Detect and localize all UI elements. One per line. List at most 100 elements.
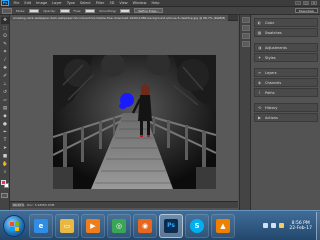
panel-label: Styles [265, 55, 276, 60]
panel-channels[interactable]: ◈ Channels [254, 78, 318, 87]
pen-tool-icon[interactable]: ✒ [1, 129, 9, 136]
character-dock-icon[interactable] [242, 33, 250, 39]
photoshop-icon: Ps [164, 218, 178, 233]
layers-icon: ≡ [257, 70, 262, 75]
volume-icon[interactable] [271, 223, 277, 228]
lasso-tool-icon[interactable]: ʘ [1, 33, 9, 40]
styles-icon: ✦ [257, 55, 262, 60]
menu-image[interactable]: Image [34, 1, 50, 5]
paragraph-dock-icon[interactable] [242, 41, 250, 47]
shape-tool-icon[interactable]: ■ [1, 153, 9, 160]
properties-dock-icon[interactable] [242, 25, 250, 31]
panel-adjustments[interactable]: ◑ Adjustments [254, 43, 318, 52]
document-info[interactable]: Doc: 5.93M/5.93M [27, 203, 54, 207]
menu-layer[interactable]: Layer [50, 1, 65, 5]
flow-field[interactable] [85, 8, 96, 13]
eraser-tool-icon[interactable]: ▱ [1, 97, 9, 104]
flag-icon[interactable] [279, 223, 285, 228]
taskbar-firefox[interactable]: ◉ [133, 213, 157, 238]
flow-label: Flow: [73, 8, 82, 13]
hand-tool-icon[interactable]: ✋ [1, 161, 9, 168]
panel-swatches[interactable]: ▦ Swatches [254, 28, 318, 37]
smoothing-label: Smoothing: [99, 8, 117, 13]
foreground-color-swatch[interactable] [1, 180, 6, 185]
chrome-icon: ◎ [112, 218, 126, 233]
panel-label: Actions [265, 115, 278, 120]
close-button[interactable]: × [311, 1, 317, 5]
explorer-icon: ▭ [60, 218, 74, 233]
menu-help[interactable]: Help [149, 1, 162, 5]
marquee-tool-icon[interactable]: ⬚ [1, 25, 9, 32]
taskbar-vlc[interactable]: ▲ [211, 213, 235, 238]
history-icon: ⟲ [257, 105, 262, 110]
clone-stamp-tool-icon[interactable]: ⊥ [1, 81, 9, 88]
history-brush-tool-icon[interactable]: ↺ [1, 89, 9, 96]
color-swatches [0, 179, 10, 190]
maximize-button[interactable]: □ [303, 1, 309, 5]
clock-date: 22-Feb-17 [289, 225, 312, 231]
system-tray: 8:56 PM 22-Feb-17 [263, 221, 316, 231]
taskbar-ie[interactable]: e [29, 213, 53, 238]
tool-preset-picker[interactable] [2, 7, 12, 14]
panel-label: Color [265, 20, 275, 25]
panel-label: Channels [265, 80, 282, 85]
mode-select[interactable] [29, 8, 40, 13]
move-tool-icon[interactable]: ✥ [1, 17, 9, 24]
menu-filter[interactable]: Filter [93, 1, 107, 5]
menu-file[interactable]: File [11, 1, 22, 5]
type-tool-icon[interactable]: T [1, 137, 9, 144]
paths-icon: ⌇ [258, 90, 261, 95]
zoom-tool-icon[interactable]: ⌕ [1, 169, 9, 176]
crop-tool-icon[interactable]: ⌗ [1, 49, 9, 56]
healing-brush-tool-icon[interactable]: ✚ [1, 65, 9, 72]
taskbar-media-player[interactable]: ▶ [81, 213, 105, 238]
blur-tool-icon[interactable]: ◆ [1, 113, 9, 120]
minimize-button[interactable]: – [295, 1, 301, 5]
panel-styles[interactable]: ✦ Styles [254, 53, 318, 62]
panel-actions[interactable]: ▶ Actions [254, 113, 318, 122]
mode-label: Mode: [16, 8, 26, 13]
start-button[interactable] [3, 214, 25, 237]
quick-mask-button[interactable] [1, 193, 8, 198]
opacity-field[interactable] [59, 8, 70, 13]
gradient-tool-icon[interactable]: ▤ [1, 105, 9, 112]
menu-view[interactable]: View [117, 1, 130, 5]
taskbar-skype[interactable]: S [185, 213, 209, 238]
menu-3d[interactable]: 3D [107, 1, 117, 5]
panel-layers[interactable]: ≡ Layers [254, 68, 318, 77]
workspace-switcher[interactable]: Essentials [294, 8, 318, 13]
taskbar-chrome[interactable]: ◎ [107, 213, 131, 238]
taskbar-photoshop[interactable]: Ps [159, 213, 183, 238]
clock-time: 8:56 PM [291, 220, 310, 226]
menu-edit[interactable]: Edit [22, 1, 34, 5]
path-selection-tool-icon[interactable]: ➤ [1, 145, 9, 152]
panel-history[interactable]: ⟲ History [254, 103, 318, 112]
show-desktop-button[interactable] [316, 211, 320, 240]
menu-type[interactable]: Type [64, 1, 77, 5]
photoshop-logo: Ps [1, 0, 9, 6]
smoothing-field[interactable] [120, 8, 131, 13]
refine-edge-button[interactable]: Refine Edge... [134, 8, 164, 13]
dodge-tool-icon[interactable]: ● [1, 121, 9, 128]
quick-select-tool-icon[interactable]: ✎ [1, 41, 9, 48]
menu-bar: Ps File Edit Image Layer Type Select Fil… [0, 0, 320, 7]
eyedropper-tool-icon[interactable]: ⁄ [1, 57, 9, 64]
zoom-level-field[interactable]: 66.67% [12, 203, 24, 207]
taskbar-explorer[interactable]: ▭ [55, 213, 79, 238]
swatches-icon: ▦ [257, 30, 262, 35]
panel-label: Layers [265, 70, 277, 75]
menu-window[interactable]: Window [130, 1, 149, 5]
clock[interactable]: 8:56 PM 22-Feb-17 [289, 221, 312, 231]
document-canvas[interactable] [53, 55, 216, 189]
windows-taskbar: e ▭ ▶ ◎ ◉ Ps S ▲ 8:56 PM 22-Feb-17 [0, 210, 320, 240]
panels-column: ◐ Color ▦ Swatches ◑ Adjustments ✦ Style… [252, 15, 320, 210]
history-dock-icon[interactable] [242, 17, 250, 23]
network-icon[interactable] [263, 223, 269, 228]
color-icon: ◐ [257, 20, 262, 25]
panel-paths[interactable]: ⌇ Paths [254, 88, 318, 97]
brush-tool-icon[interactable]: ✐ [1, 73, 9, 80]
panel-color[interactable]: ◐ Color [254, 18, 318, 27]
windows-logo-icon [10, 221, 19, 231]
menu-select[interactable]: Select [77, 1, 93, 5]
tools-panel: ✥ ⬚ ʘ ✎ ⌗ ⁄ ✚ ✐ ⊥ ↺ ▱ ▤ ◆ ● ✒ T ➤ ■ ✋ ⌕ [0, 15, 10, 210]
